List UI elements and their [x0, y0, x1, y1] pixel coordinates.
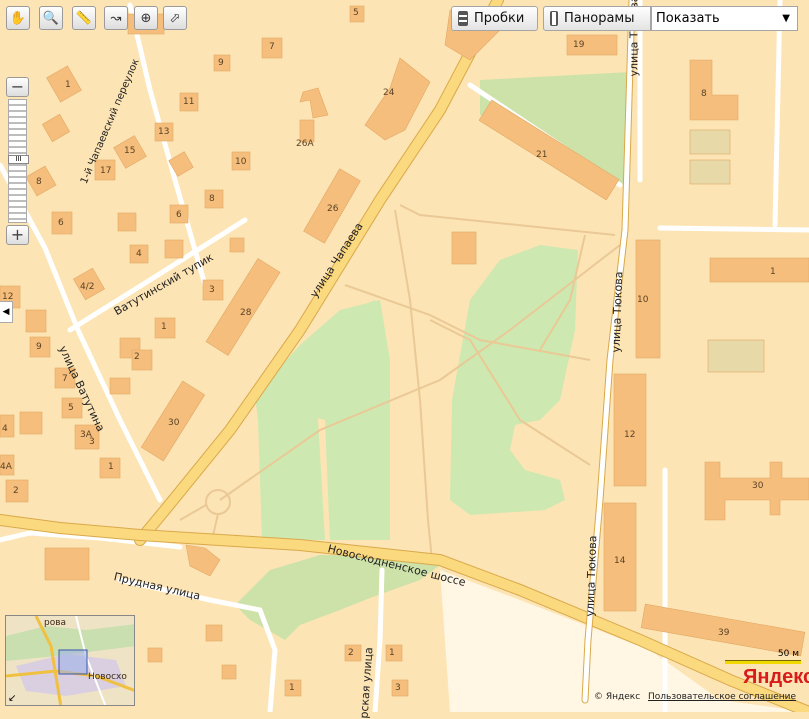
user-agreement-link[interactable]: Пользовательское соглашение	[648, 692, 796, 702]
house-number: 24	[383, 88, 395, 98]
show-layer-select[interactable]: Показать ▼	[651, 6, 798, 31]
add-object-tool-button[interactable]: ⊕	[134, 6, 158, 30]
minimap-canvas	[6, 616, 134, 705]
house-number: 4	[136, 249, 142, 259]
house-number: 1	[389, 648, 395, 658]
house-number: 19	[573, 40, 585, 50]
zoom-out-button[interactable]: −	[6, 77, 29, 97]
zoom-area-tool-button[interactable]: 🔍	[39, 6, 63, 30]
house-number: 11	[183, 97, 195, 107]
house-number: 9	[218, 58, 224, 68]
house-number: 13	[158, 127, 170, 137]
house-number: 2	[134, 352, 140, 362]
add-point-icon: ⊕	[140, 10, 152, 26]
house-number: 14	[614, 556, 626, 566]
dropdown-arrow-icon: ▼	[782, 13, 790, 24]
house-number: 4А	[0, 462, 12, 472]
house-number: 4	[2, 424, 8, 434]
ruler-icon: 📏	[75, 10, 93, 26]
house-number: 3	[89, 437, 95, 447]
pointer-tool-button[interactable]: ⬀	[163, 6, 187, 30]
minimap-collapse-icon[interactable]: ↙	[8, 693, 16, 704]
house-number: 10	[235, 157, 247, 167]
house-number: 7	[62, 374, 68, 384]
panorama-button-label: Панорамы	[564, 11, 635, 26]
house-number: 1	[108, 462, 114, 472]
copyright-text: © Яндекс	[594, 692, 641, 702]
house-number: 1	[161, 322, 167, 332]
house-number: 30	[752, 481, 764, 491]
house-number: 8	[701, 89, 707, 99]
panorama-icon	[550, 11, 558, 26]
traffic-button-label: Пробки	[474, 11, 525, 26]
zoom-in-button[interactable]: +	[6, 225, 29, 245]
house-number: 7	[269, 42, 275, 52]
traffic-button[interactable]: Пробки	[451, 6, 538, 31]
zoom-slider[interactable]: III	[8, 99, 29, 223]
house-number: 8	[209, 194, 215, 204]
house-number: 28	[240, 308, 252, 318]
house-number: 9	[36, 342, 42, 352]
house-number: 8	[36, 177, 42, 187]
house-number: 2	[13, 486, 19, 496]
house-number: 4/2	[80, 282, 95, 292]
house-number: 15	[124, 146, 136, 156]
traffic-light-icon	[458, 11, 468, 26]
scale-line	[725, 660, 801, 664]
chevron-left-icon: ◀	[2, 307, 10, 317]
house-number: 17	[100, 166, 112, 176]
pointer-icon: ⬀	[169, 10, 181, 26]
house-number: 1	[770, 267, 776, 277]
house-number: 5	[353, 8, 359, 18]
zoom-slider-thumb[interactable]: III	[8, 155, 29, 164]
house-number: 6	[176, 210, 182, 220]
route-icon: ↝	[110, 10, 122, 26]
minimap[interactable]: Новосхо рова ↙	[5, 615, 135, 706]
house-number: 26А	[296, 139, 314, 149]
panorama-button[interactable]: Панорамы	[543, 6, 651, 31]
house-number: 12	[624, 430, 636, 440]
house-number: 39	[718, 628, 730, 638]
show-layer-select-value: Показать	[656, 11, 720, 26]
house-number: 2	[348, 648, 354, 658]
route-tool-button[interactable]: ↝	[104, 6, 128, 30]
house-number: 1	[289, 683, 295, 693]
house-number: 5	[68, 403, 74, 413]
left-panel-toggle[interactable]: ◀	[0, 301, 13, 323]
zoom-control: − III +	[6, 77, 29, 247]
house-number: 1	[65, 80, 71, 90]
house-number: 10	[637, 295, 649, 305]
house-number: 3	[209, 285, 215, 295]
hand-tool-button[interactable]: ✋	[6, 6, 30, 30]
house-number: 3	[395, 683, 401, 693]
scale-label: 50 м	[777, 649, 799, 659]
house-number: 26	[327, 204, 339, 214]
ruler-tool-button[interactable]: 📏	[72, 6, 96, 30]
house-number: 6	[58, 218, 64, 228]
yandex-logo: Яндекс	[743, 666, 809, 688]
house-number: 21	[536, 150, 548, 160]
magnifier-icon: 🔍	[42, 10, 60, 26]
house-number: 30	[168, 418, 180, 428]
hand-icon: ✋	[9, 10, 27, 26]
